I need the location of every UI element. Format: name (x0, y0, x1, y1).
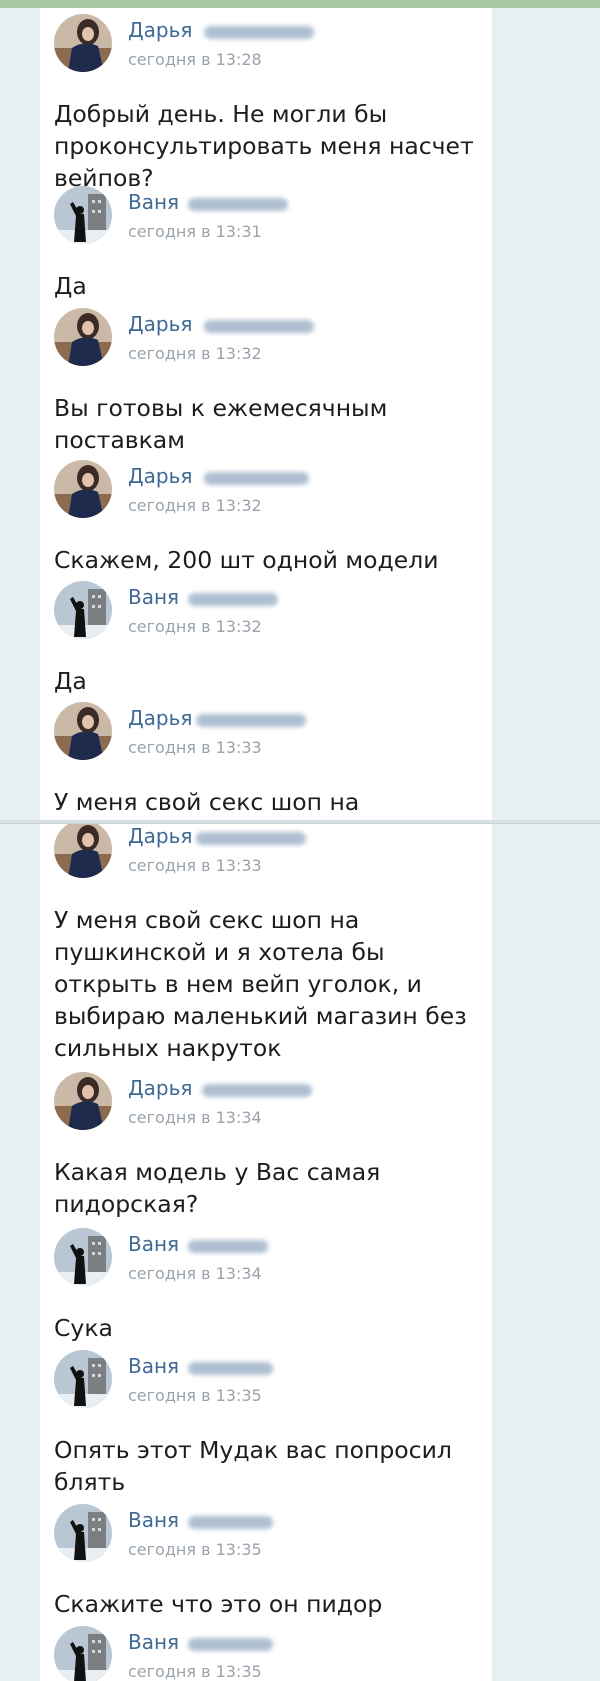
author-name[interactable]: Дарья (128, 312, 192, 336)
darya-avatar[interactable] (54, 824, 112, 878)
timestamp: сегодня в 13:33 (128, 856, 262, 875)
timestamp: сегодня в 13:28 (128, 50, 262, 69)
author-name[interactable]: Ваня (128, 1508, 179, 1532)
redacted-surname (188, 1638, 273, 1651)
vanya-avatar[interactable] (54, 1626, 112, 1681)
redacted-surname (196, 714, 306, 727)
darya-avatar[interactable] (54, 14, 112, 72)
timestamp: сегодня в 13:32 (128, 617, 262, 636)
redacted-surname (188, 1362, 273, 1375)
timestamp: сегодня в 13:35 (128, 1662, 262, 1681)
author-name[interactable]: Ваня (128, 1232, 179, 1256)
darya-avatar[interactable] (54, 702, 112, 760)
message-text: Скажем, 200 шт одной модели (54, 546, 439, 574)
darya-avatar[interactable] (54, 460, 112, 518)
vanya-avatar[interactable] (54, 186, 112, 244)
redacted-surname (204, 472, 309, 485)
vanya-avatar[interactable] (54, 1350, 112, 1408)
redacted-surname (204, 26, 314, 39)
message-text: Да (54, 272, 87, 300)
author-name[interactable]: Ваня (128, 190, 179, 214)
timestamp: сегодня в 13:33 (128, 738, 262, 757)
message-text: Да (54, 667, 87, 695)
timestamp: сегодня в 13:35 (128, 1386, 262, 1405)
redacted-surname (196, 832, 306, 845)
redacted-surname (204, 320, 314, 333)
timestamp: сегодня в 13:34 (128, 1264, 262, 1283)
darya-avatar[interactable] (54, 1072, 112, 1130)
author-name[interactable]: Дарья (128, 1076, 192, 1100)
darya-avatar[interactable] (54, 308, 112, 366)
redacted-surname (188, 593, 278, 606)
message-text: Какая модель у Вас самая пидорская? (54, 1158, 381, 1218)
author-name[interactable]: Ваня (128, 1354, 179, 1378)
redacted-surname (188, 1240, 268, 1253)
author-name[interactable]: Дарья (128, 18, 192, 42)
timestamp: сегодня в 13:32 (128, 496, 262, 515)
author-name[interactable]: Дарья (128, 464, 192, 488)
timestamp: сегодня в 13:35 (128, 1540, 262, 1559)
timestamp: сегодня в 13:32 (128, 344, 262, 363)
author-name[interactable]: Ваня (128, 1630, 179, 1654)
message-text: Скажите что это он пидор (54, 1590, 383, 1618)
redacted-surname (188, 198, 288, 211)
vanya-avatar[interactable] (54, 1504, 112, 1562)
message-text: Вы готовы к ежемесячным поставкам (54, 394, 388, 454)
redacted-surname (202, 1084, 312, 1097)
timestamp: сегодня в 13:31 (128, 222, 262, 241)
author-name[interactable]: Дарья (128, 706, 192, 730)
vanya-avatar[interactable] (54, 581, 112, 639)
chat-panel-bottom[interactable]: Дарья сегодня в 13:33 У меня свой секс ш… (40, 824, 492, 1681)
top-accent-bar (0, 0, 600, 8)
redacted-surname (188, 1516, 273, 1529)
vanya-avatar[interactable] (54, 1228, 112, 1286)
message-text: У меня свой секс шоп на (54, 788, 360, 816)
author-name[interactable]: Дарья (128, 824, 192, 848)
message-text: Опять этот Мудак вас попросил блять (54, 1436, 452, 1496)
chat-panel-top[interactable]: Дарья сегодня в 13:28 Добрый день. Не мо… (40, 8, 492, 820)
message-text: Сука (54, 1314, 113, 1342)
message-text: У меня свой секс шоп на пушкинской и я х… (54, 906, 467, 1062)
message-text: Добрый день. Не могли бы проконсультиров… (54, 100, 474, 192)
author-name[interactable]: Ваня (128, 585, 179, 609)
timestamp: сегодня в 13:34 (128, 1108, 262, 1127)
